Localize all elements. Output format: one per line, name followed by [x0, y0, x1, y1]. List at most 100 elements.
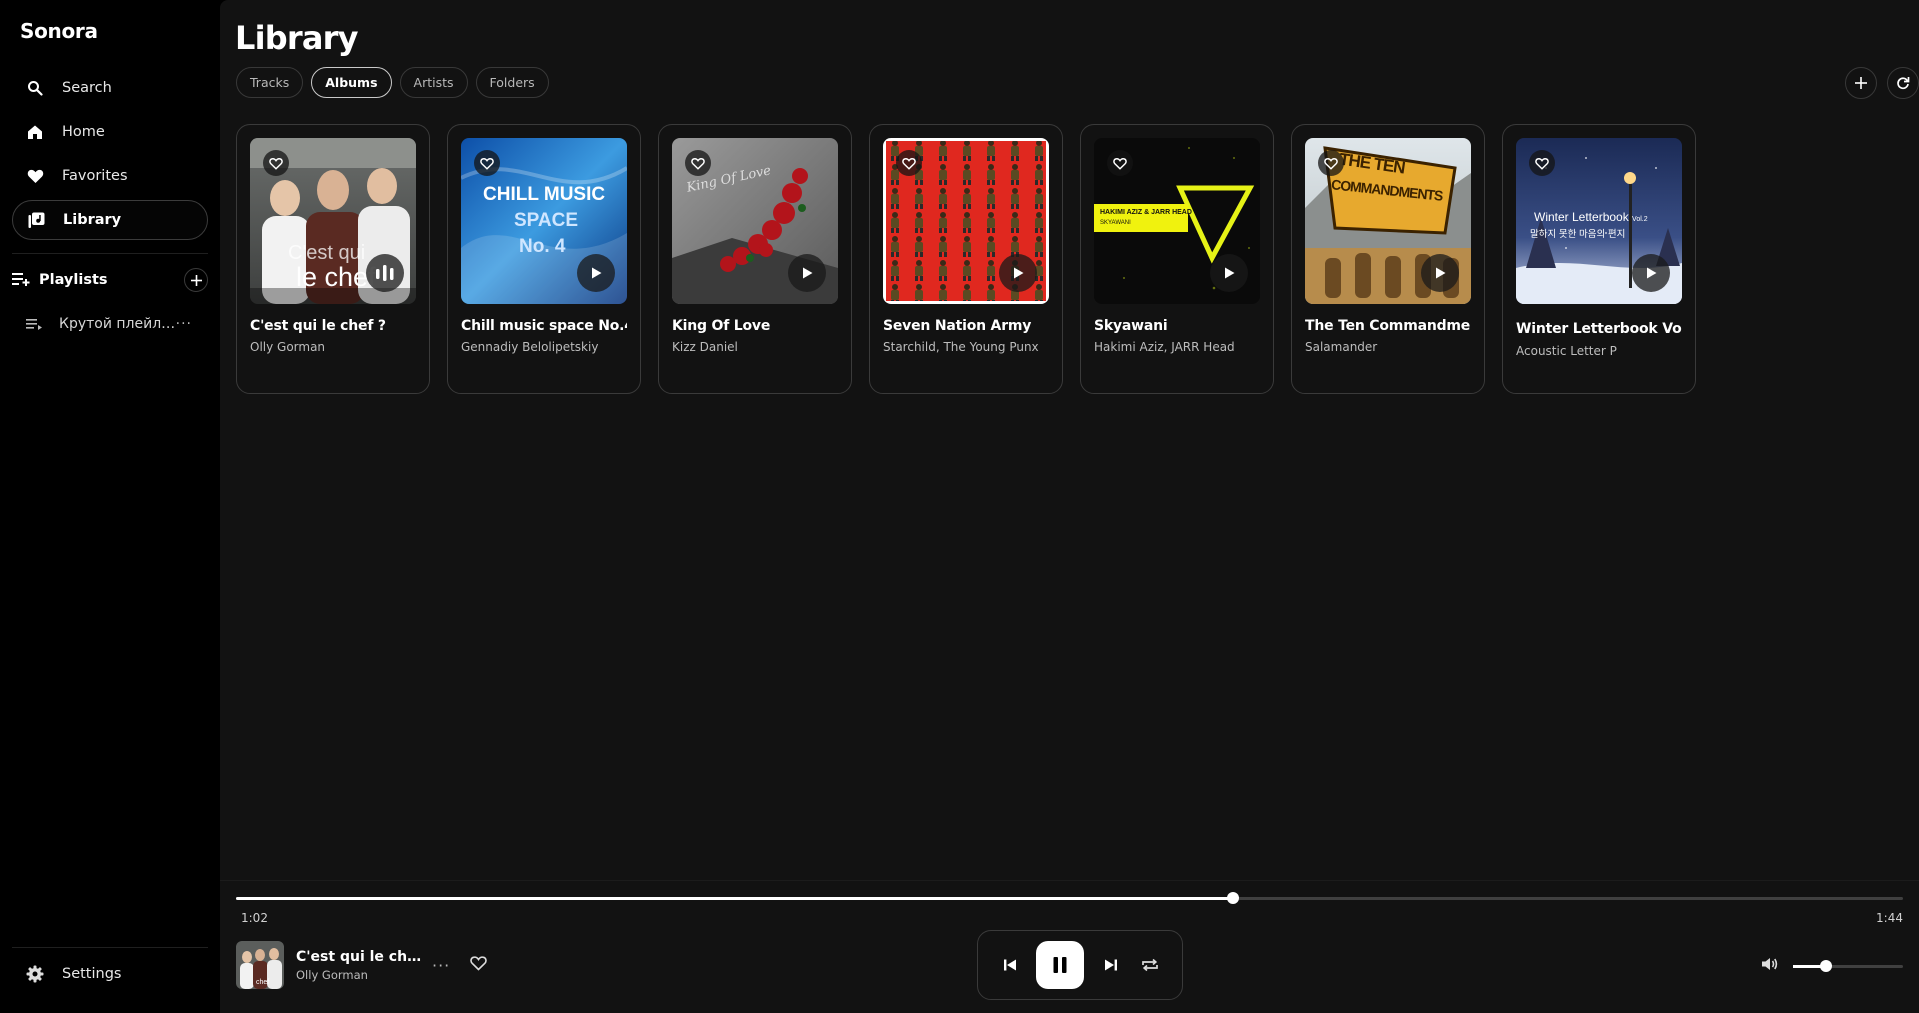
now-playing-title[interactable]: C'est qui le chef... [296, 949, 422, 965]
pause-icon [1053, 957, 1067, 973]
sidebar-item-library[interactable]: Library [12, 200, 208, 240]
home-icon [26, 123, 44, 141]
album-title: Skyawani [1094, 318, 1168, 334]
album-card[interactable]: THE TEN COMMANDMENTS The Ten Commandment… [1291, 124, 1485, 394]
cover-title: HAKIMI AZIZ & JARR HEAD [1100, 209, 1192, 216]
page-title: Library [235, 19, 358, 57]
heart-outline-icon [902, 157, 916, 170]
album-title: Chill music space No.4 [461, 318, 627, 334]
playlist-more-button[interactable]: ··· [176, 316, 192, 332]
search-icon [26, 79, 44, 97]
heart-outline-icon [1113, 157, 1127, 170]
album-play-button[interactable] [1632, 254, 1670, 292]
album-art: chef [236, 941, 284, 989]
album-play-button[interactable] [577, 254, 615, 292]
seek-progress [236, 897, 1233, 900]
pause-button[interactable] [1036, 941, 1085, 989]
sidebar-playlist-item[interactable]: Крутой плейлист ··· [26, 312, 192, 336]
favorite-button[interactable] [1529, 150, 1555, 176]
volume-button[interactable] [1761, 956, 1779, 976]
album-artist: Acoustic Letter P [1516, 344, 1617, 358]
album-card[interactable]: Seven Nation Army Starchild, The Young P… [869, 124, 1063, 394]
album-artist: Olly Gorman [250, 340, 326, 354]
next-button[interactable] [1098, 952, 1124, 978]
favorite-button[interactable] [474, 150, 500, 176]
tab-tracks[interactable]: Tracks [236, 67, 304, 98]
album-play-button[interactable] [1421, 254, 1459, 292]
album-card[interactable]: King Of Love King Of Love Kizz Daniel [658, 124, 852, 394]
repeat-button[interactable] [1137, 952, 1163, 978]
favorite-button[interactable] [1107, 150, 1133, 176]
cover-title-big: le chef [296, 262, 376, 292]
library-icon [27, 211, 45, 229]
album-card[interactable]: HAKIMI AZIZ & JARR HEAD SKYAWANI Skyawan… [1080, 124, 1274, 394]
now-playing-actions: ··· [432, 955, 488, 975]
tab-folders[interactable]: Folders [475, 67, 549, 98]
app-logo: Sonora [20, 19, 98, 43]
tab-albums[interactable]: Albums [311, 67, 392, 98]
playlists-title: Playlists [39, 272, 108, 288]
album-cover: CHILL MUSIC SPACE No. 4 [461, 138, 627, 304]
tab-artists[interactable]: Artists [399, 67, 468, 98]
cover-subtitle: 말하지 못한 마음의 편지 [1530, 229, 1626, 240]
album-pause-button[interactable] [366, 254, 404, 292]
album-play-button[interactable] [999, 254, 1037, 292]
refresh-button[interactable] [1887, 67, 1919, 99]
album-card[interactable]: Winter Letterbook Vol.2 말하지 못한 마음의 편지 Wi… [1502, 124, 1696, 394]
seek-handle[interactable] [1226, 892, 1239, 904]
favorite-button[interactable] [896, 150, 922, 176]
playlist-icon [26, 316, 42, 332]
skip-next-icon [1104, 959, 1117, 971]
sidebar-item-label: Home [62, 124, 105, 140]
volume-icon [1762, 958, 1778, 970]
album-cover: C'est qui le chef [250, 138, 416, 304]
cover-number: No. 4 [519, 236, 566, 257]
playback-controls [977, 930, 1183, 1000]
album-cover: King Of Love [672, 138, 838, 304]
track-more-button[interactable]: ··· [432, 956, 450, 975]
album-artist: Kizz Daniel [672, 340, 738, 354]
plus-icon [1855, 77, 1867, 89]
album-title: King Of Love [672, 318, 771, 334]
seek-bar[interactable] [236, 892, 1903, 904]
sidebar-item-home[interactable]: Home [12, 112, 208, 152]
sidebar-item-label: Favorites [62, 168, 128, 184]
sidebar-item-favorites[interactable]: Favorites [12, 156, 208, 196]
current-time: 1:02 [241, 911, 268, 925]
add-button[interactable] [1845, 67, 1877, 99]
cover-subtitle: SKYAWANI [1100, 220, 1131, 226]
playlist-add-icon [12, 271, 30, 289]
total-time: 1:44 [1876, 911, 1903, 925]
favorite-button[interactable] [1318, 150, 1344, 176]
play-icon [1225, 267, 1235, 279]
sidebar-item-search[interactable]: Search [12, 68, 208, 108]
now-playing-info: C'est qui le chef... Olly Gorman [296, 949, 422, 982]
cover-subtitle: SPACE [514, 210, 579, 231]
now-playing-artist[interactable]: Olly Gorman [296, 968, 422, 982]
playlists-header: Playlists [12, 266, 208, 294]
library-view: Library Tracks Albums Artists Folders C'… [220, 0, 1919, 880]
svg-text:chef: chef [256, 979, 269, 986]
album-card[interactable]: C'est qui le chef C'est qui le chef ? Ol… [236, 124, 430, 394]
previous-button[interactable] [997, 952, 1023, 978]
player-bar: 1:02 1:44 chef C'est qui le chef... Olly… [220, 880, 1919, 1013]
app-window: Sonora Search Home Favorites Library Pla… [0, 0, 1919, 1013]
heart-outline-icon [1324, 157, 1338, 170]
favorite-button[interactable] [263, 150, 289, 176]
favorite-button[interactable] [685, 150, 711, 176]
heart-outline-icon [1535, 157, 1549, 170]
sidebar-nav: Search Home Favorites Library [12, 68, 208, 244]
like-button[interactable] [470, 955, 488, 975]
album-play-button[interactable] [1210, 254, 1248, 292]
settings-button[interactable]: Settings [26, 963, 121, 985]
album-title: Seven Nation Army [883, 318, 1032, 334]
play-icon [1647, 267, 1657, 279]
now-playing-cover[interactable]: chef [236, 941, 284, 989]
add-playlist-button[interactable] [184, 268, 208, 292]
heart-outline-icon [480, 157, 494, 170]
album-play-button[interactable] [788, 254, 826, 292]
volume-slider[interactable] [1793, 959, 1903, 972]
repeat-icon [1142, 958, 1159, 972]
volume-handle[interactable] [1820, 959, 1832, 972]
album-card[interactable]: CHILL MUSIC SPACE No. 4 Chill music spac… [447, 124, 641, 394]
